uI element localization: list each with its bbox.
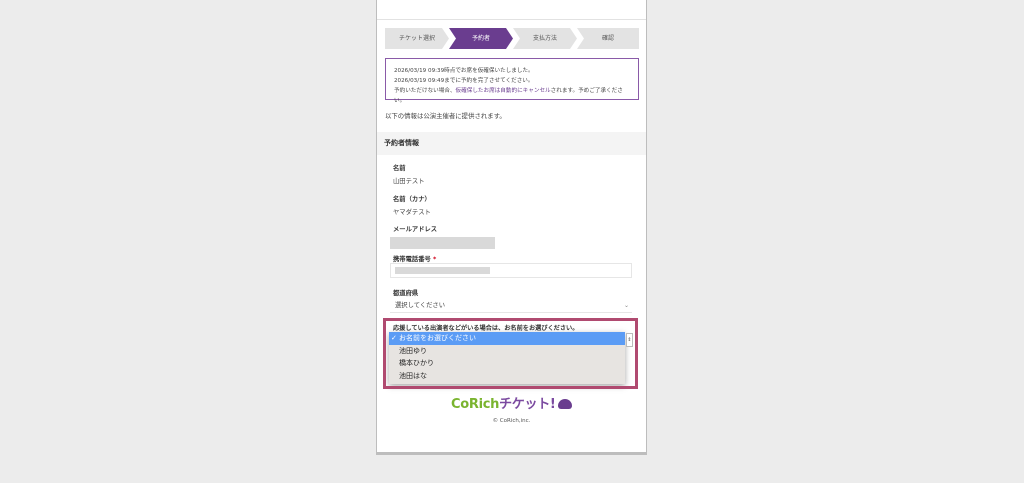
copyright: © CoRich,inc.: [492, 418, 531, 424]
highlight-frame: [383, 318, 638, 389]
prefecture-label: 都道府県: [393, 290, 419, 297]
email-label: メールアドレス: [393, 226, 438, 233]
step-progress: チケット選択 予約者 支払方法 確認: [385, 28, 639, 49]
email-value-masked: [390, 237, 495, 249]
section-title: 予約者情報: [377, 132, 646, 155]
phone-input[interactable]: [390, 263, 632, 278]
name-value: 山田テスト: [393, 178, 425, 185]
phone-label: 携帯電話番号 *: [393, 254, 436, 263]
prefecture-select-value: 選択してください: [395, 302, 445, 309]
step-confirm: 確認: [577, 28, 639, 49]
step-payment: 支払方法: [513, 28, 577, 49]
required-mark: *: [432, 256, 437, 263]
phone-label-text: 携帯電話番号: [393, 256, 431, 263]
notice-line-3-pre: 予約いただけない場合、: [394, 88, 456, 94]
info-text: 以下の情報は公演主催者に提供されます。: [385, 112, 506, 120]
prefecture-select[interactable]: 選択してください ⌄: [390, 298, 632, 313]
step-reserver: 予約者: [449, 28, 513, 49]
auto-cancel-link[interactable]: 仮確保したお席は自動的にキャンセル: [456, 88, 551, 94]
notice-line-3: 予約いただけない場合、仮確保したお席は自動的にキャンセルされます。予めご了承くだ…: [394, 86, 630, 106]
chevron-down-icon: ⌄: [623, 302, 629, 309]
corich-logo: CoRichチケット!: [451, 393, 572, 412]
mascot-icon: [557, 399, 572, 409]
notice-line-2: 2026/03/19 09:49までに予約を完了させてください。: [394, 78, 534, 84]
logo-text-corich: CoRich: [451, 397, 500, 412]
top-band: [377, 0, 646, 20]
kana-value: ヤマダテスト: [393, 209, 431, 216]
name-label: 名前: [393, 165, 406, 172]
notice-line-1: 2026/03/19 09:39時点でお席を仮確保いたしました。: [394, 68, 534, 74]
kana-label: 名前（カナ）: [393, 196, 431, 203]
phone-value-masked: [395, 267, 490, 274]
logo-text-ticket: チケット!: [499, 397, 556, 412]
reservation-notice: 2026/03/19 09:39時点でお席を仮確保いたしました。 2026/03…: [385, 58, 639, 104]
step-ticket-select: チケット選択: [385, 28, 449, 49]
